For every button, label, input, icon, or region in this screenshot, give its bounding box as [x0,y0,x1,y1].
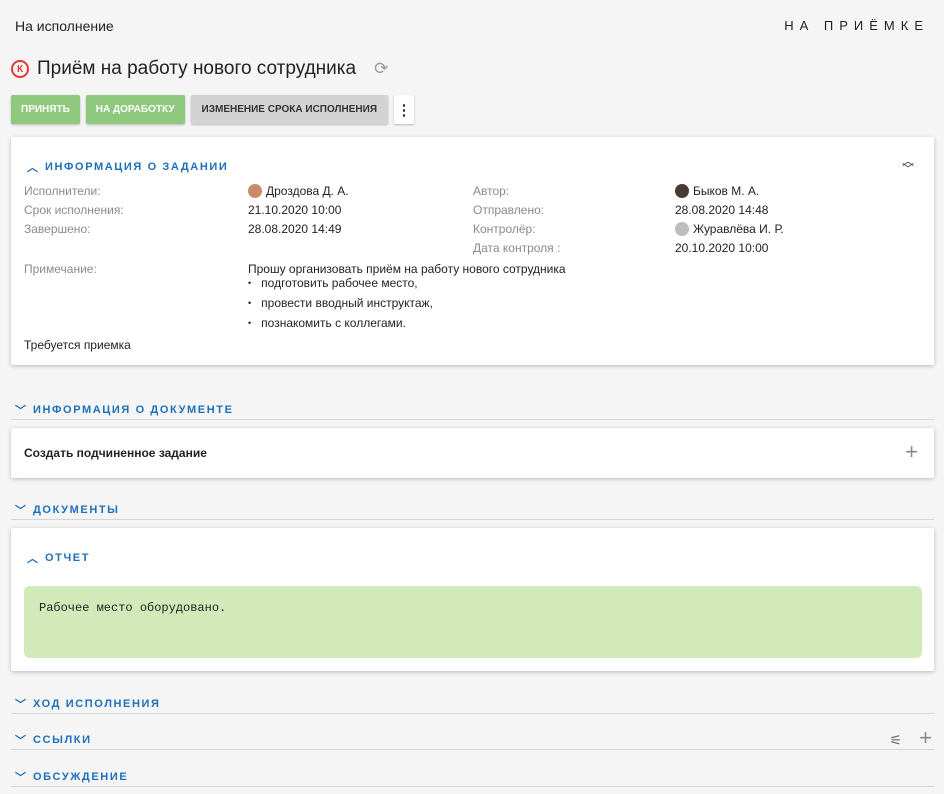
status-label: НА ПРИЁМКЕ [784,18,929,33]
controller-value[interactable]: Журавлёва И. Р. [675,222,784,236]
chevron-down-icon: ﹀ [15,405,28,417]
executors-value[interactable]: Дроздова Д. А. [248,184,349,198]
executors-name: Дроздова Д. А. [266,184,349,198]
completed-value: 28.08.2020 14:49 [248,222,342,236]
list-item: познакомить с коллегами. [248,316,433,330]
note-label: Примечание: [24,262,97,276]
discussion-section[interactable]: ﹀ ОБСУЖДЕНИЕ [11,759,934,787]
task-info-header[interactable]: ︿ ИНФОРМАЦИЯ О ЗАДАНИИ [27,159,228,175]
avatar [248,184,262,198]
avatar [675,222,689,236]
note-text: Прошу организовать приём на работу новог… [248,262,566,276]
progress-title: ХОД ИСПОЛНЕНИЯ [33,698,161,710]
report-card: ︿ ОТЧЕТ Рабочее место оборудовано. [11,528,934,671]
acceptance-required: Требуется приемка [24,338,131,352]
documents-section[interactable]: ﹀ ДОКУМЕНТЫ [11,492,934,520]
report-header[interactable]: ︿ ОТЧЕТ [27,550,90,566]
report-text: Рабочее место оборудовано. [39,601,227,615]
sent-value: 28.08.2020 14:48 [675,203,769,217]
report-title: ОТЧЕТ [45,552,91,564]
create-subtask-label: Создать подчиненное задание [24,446,207,460]
control-date-value: 20.10.2020 10:00 [675,241,769,255]
discussion-title: ОБСУЖДЕНИЕ [33,771,129,783]
title-row: К Приём на работу нового сотрудника ⟳ [11,57,388,81]
report-box: Рабочее место оборудовано. [24,586,922,658]
avatar [675,184,689,198]
task-info-card: ︿ ИНФОРМАЦИЯ О ЗАДАНИИ ︿ ﹀ Исполнители: Д… [11,137,934,365]
more-options-icon[interactable]: ⋮ [394,95,415,124]
top-bar: На исполнение НА ПРИЁМКЕ [0,0,944,50]
controller-name: Журавлёва И. Р. [693,222,784,236]
doc-info-title: ИНФОРМАЦИЯ О ДОКУМЕНТЕ [33,404,234,416]
documents-title: ДОКУМЕНТЫ [33,504,120,516]
note-list: подготовить рабочее место, провести ввод… [248,276,433,336]
executors-label: Исполнители: [24,184,101,198]
sent-label: Отправлено: [473,203,545,217]
task-info-title: ИНФОРМАЦИЯ О ЗАДАНИИ [45,161,229,173]
chevron-down-icon: ﹀ [15,699,28,711]
expand-collapse-icon[interactable]: ︿ ﹀ [902,155,914,175]
doc-info-header[interactable]: ﹀ ИНФОРМАЦИЯ О ДОКУМЕНТЕ [15,402,234,418]
chevron-down-icon: ﹀ [15,772,28,784]
control-date-label: Дата контроля : [473,241,561,255]
discussion-header[interactable]: ﹀ ОБСУЖДЕНИЕ [15,769,128,785]
rework-button[interactable]: НА ДОРАБОТКУ [85,95,185,124]
documents-header[interactable]: ﹀ ДОКУМЕНТЫ [15,502,120,518]
author-label: Автор: [473,184,510,198]
breadcrumb[interactable]: На исполнение [15,18,114,34]
links-header[interactable]: ﹀ ССЫЛКИ [15,732,92,748]
control-badge-icon: К [11,60,29,78]
create-subtask-card[interactable]: Создать подчиненное задание + [11,428,934,478]
action-toolbar: ПРИНЯТЬ НА ДОРАБОТКУ ИЗМЕНЕНИЕ СРОКА ИСП… [11,95,415,124]
deadline-label: Срок исполнения: [24,203,124,217]
list-item: подготовить рабочее место, [248,276,433,290]
deadline-value: 21.10.2020 10:00 [248,203,342,217]
chevron-up-icon: ︿ [27,162,40,174]
links-section[interactable]: ﹀ ССЫЛКИ ⚟ + [11,722,934,750]
refresh-icon[interactable]: ⟳ [374,59,388,79]
completed-label: Завершено: [24,222,91,236]
chevron-down-icon: ﹀ [15,735,28,747]
author-name: Быков М. А. [693,184,760,198]
progress-section[interactable]: ﹀ ХОД ИСПОЛНЕНИЯ [11,686,934,714]
list-item: провести вводный инструктаж, [248,296,433,310]
controller-label: Контролёр: [473,222,536,236]
add-icon[interactable]: + [905,439,918,465]
accept-button[interactable]: ПРИНЯТЬ [11,95,80,124]
change-deadline-button[interactable]: ИЗМЕНЕНИЕ СРОКА ИСПОЛНЕНИЯ [190,95,389,124]
doc-info-section[interactable]: ﹀ ИНФОРМАЦИЯ О ДОКУМЕНТЕ [11,392,934,420]
page-title: Приём на работу нового сотрудника [37,58,357,79]
progress-header[interactable]: ﹀ ХОД ИСПОЛНЕНИЯ [15,696,161,712]
chevron-down-icon: ﹀ [15,505,28,517]
author-value[interactable]: Быков М. А. [675,184,759,198]
chevron-up-icon: ︿ [27,553,40,565]
add-link-icon[interactable]: + [919,725,932,751]
links-title: ССЫЛКИ [33,734,92,746]
filter-settings-icon[interactable]: ⚟ [889,732,902,749]
